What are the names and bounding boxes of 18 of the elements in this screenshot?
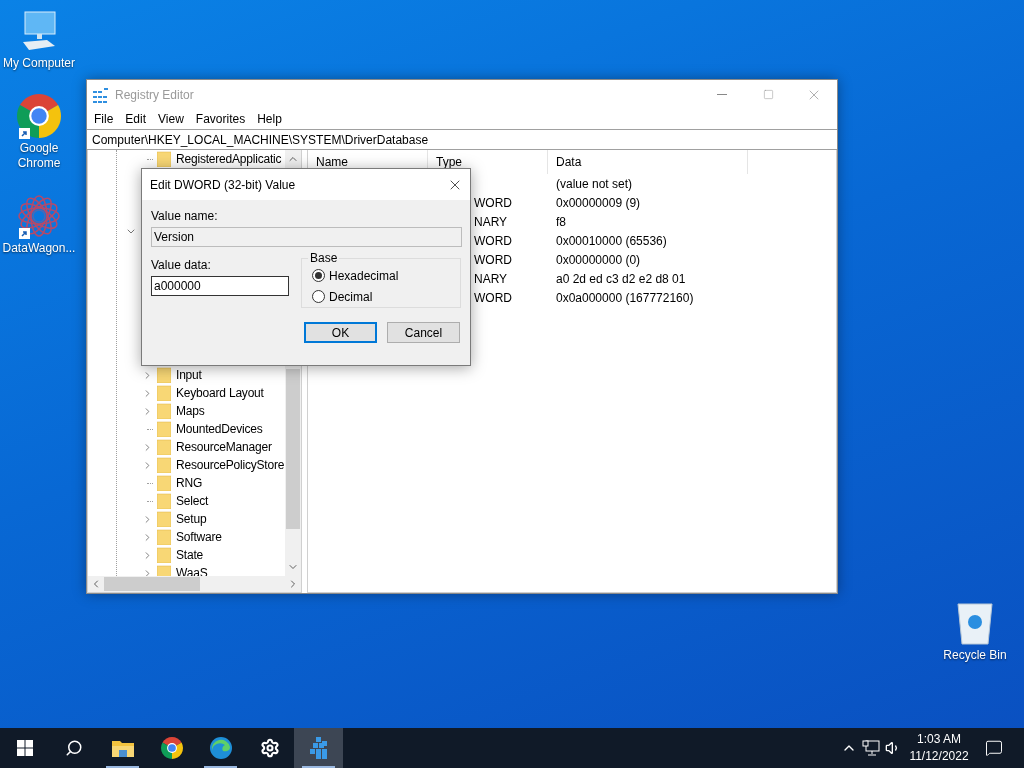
table-cell: 0x00000009 (9) — [556, 195, 641, 210]
field-label: Value name: — [151, 209, 219, 223]
group-label: Base — [309, 251, 339, 265]
field-label: Value data: — [151, 258, 212, 272]
table-cell: 0x00010000 (65536) — [556, 233, 667, 248]
table-cell: WORD — [474, 233, 512, 248]
table-cell: (value not set) — [556, 176, 633, 191]
table-cell: WORD — [474, 252, 512, 267]
table-cell: 0x0a000000 (167772160) — [556, 290, 694, 305]
table-cell: WORD — [474, 195, 512, 210]
table-cell: NARY — [474, 214, 508, 229]
dialog-title: Edit DWORD (32-bit) Value — [150, 177, 297, 192]
table-cell: WORD — [474, 290, 512, 305]
table-cell: a0 2d ed c3 d2 e2 d8 01 — [556, 271, 686, 286]
table-cell: NARY — [474, 271, 508, 286]
table-cell: 0x00000000 (0) — [556, 252, 641, 267]
window-title: Registry Editor — [115, 87, 195, 102]
table-cell: f8 — [556, 214, 566, 229]
